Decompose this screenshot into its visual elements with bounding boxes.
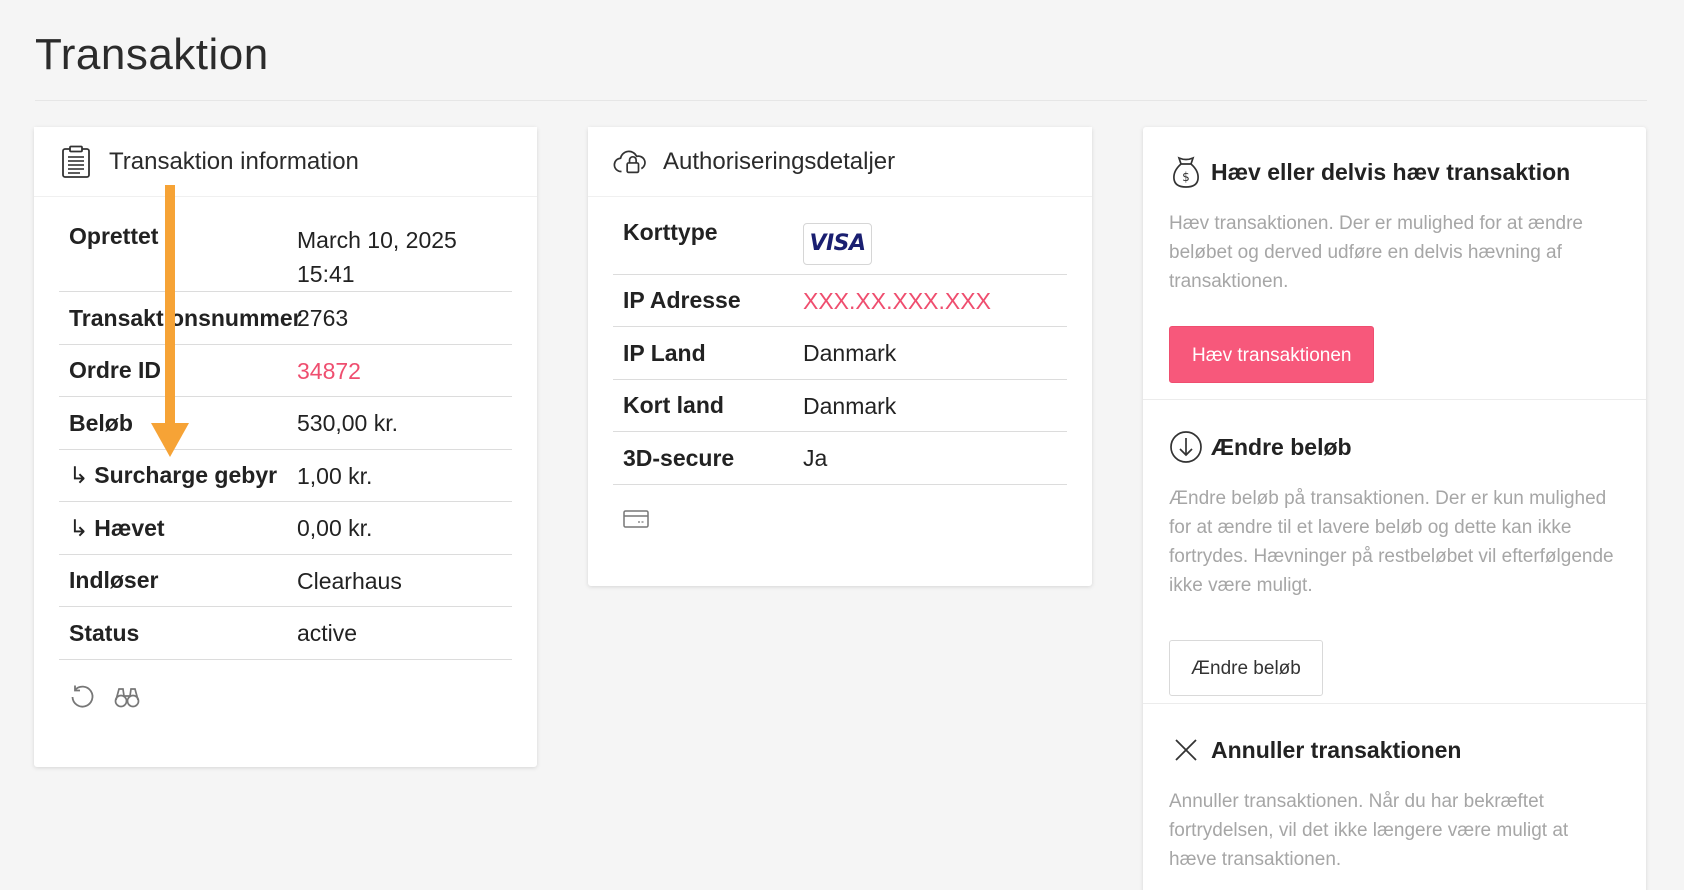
table-row: 3D-secure Ja	[613, 432, 1067, 485]
change-amount-section: Ændre beløb Ændre beløb på transaktionen…	[1143, 430, 1646, 696]
binoculars-icon[interactable]	[113, 684, 141, 710]
row-key: Status	[69, 619, 140, 646]
cancel-title: Annuller transaktionen	[1211, 736, 1462, 763]
cloud-lock-icon	[613, 145, 647, 179]
capture-section: $ Hæv eller delvis hæv transaktion Hæv t…	[1143, 155, 1646, 383]
sub-row-arrow: ↳	[69, 514, 89, 541]
svg-text:$: $	[1182, 170, 1190, 184]
sub-row-arrow: ↳	[69, 462, 89, 488]
row-key: Beløb	[69, 409, 133, 436]
ip-address-link[interactable]: XXX.XX.XXX.XXX	[803, 284, 991, 318]
row-key: ↳ Hævet	[59, 515, 297, 542]
change-amount-button[interactable]: Ændre beløb	[1169, 640, 1323, 696]
table-row: ↳ Hævet 0,00 kr.	[59, 502, 512, 555]
transaction-info-title: Transaktion information	[109, 147, 359, 175]
table-row: Status active	[59, 607, 512, 660]
authorization-header: Authoriseringsdetaljer	[588, 127, 1092, 197]
authorization-title: Authoriseringsdetaljer	[663, 147, 896, 175]
transaction-info-card: Transaktion information Oprettet March 1…	[34, 127, 537, 767]
info-footer-actions	[59, 660, 512, 710]
row-value: Danmark	[803, 340, 897, 366]
auth-footer-actions	[613, 485, 1067, 534]
section-divider	[1143, 399, 1646, 400]
refresh-icon[interactable]	[69, 684, 95, 710]
row-key: Oprettet	[69, 223, 159, 249]
row-value: 530,00 kr.	[297, 410, 399, 436]
row-value: Clearhaus	[297, 567, 402, 594]
table-row: Ordre ID 34872	[59, 345, 512, 397]
row-key: Transaktionsnummer	[69, 304, 302, 331]
arrow-down-circle-icon	[1169, 430, 1203, 464]
row-key-label: Hævet	[94, 514, 165, 541]
page-title: Transaktion	[35, 30, 269, 79]
capture-transaction-button[interactable]: Hæv transaktionen	[1169, 326, 1375, 383]
table-row: Kort land Danmark	[613, 380, 1067, 432]
status-value: active	[297, 620, 358, 646]
row-value: VISA	[803, 213, 872, 274]
close-icon	[1169, 733, 1203, 767]
cancel-section: Annuller transaktionen Annuller transakt…	[1143, 733, 1646, 874]
money-bag-icon: $	[1169, 155, 1203, 189]
capture-description: Hæv transaktionen. Der er mulighed for a…	[1169, 213, 1583, 292]
transaction-info-header: Transaktion information	[34, 127, 537, 197]
transaction-actions-card: $ Hæv eller delvis hæv transaktion Hæv t…	[1143, 127, 1646, 890]
cancel-header: Annuller transaktionen	[1169, 733, 1620, 767]
row-key: Ordre ID	[69, 357, 162, 383]
created-date: March 10, 2025	[297, 227, 457, 253]
change-amount-description: Ændre beløb på transaktionen. Der er kun…	[1169, 488, 1614, 596]
order-id-link[interactable]: 34872	[297, 354, 361, 388]
cancel-description: Annuller transaktionen. Når du har bekræ…	[1169, 791, 1569, 870]
table-row: ↳ Surcharge gebyr 1,00 kr.	[59, 450, 512, 502]
authorization-card: Authoriseringsdetaljer Korttype VISA IP …	[588, 127, 1092, 586]
row-key: 3D-secure	[623, 444, 735, 471]
row-key: IP Land	[623, 339, 706, 366]
table-row: Oprettet March 10, 2025 15:41	[59, 209, 512, 292]
table-row: Korttype VISA	[613, 209, 1067, 275]
row-value: Ja	[803, 445, 828, 471]
row-key: Kort land	[623, 392, 724, 418]
change-amount-title: Ændre beløb	[1211, 433, 1352, 460]
row-key: Indløser	[69, 567, 159, 593]
row-value: 2763	[297, 305, 349, 331]
credit-card-icon[interactable]	[623, 509, 649, 529]
row-value: 0,00 kr.	[297, 515, 373, 541]
table-row: IP Adresse XXX.XX.XXX.XXX	[613, 275, 1067, 327]
created-time: 15:41	[297, 261, 355, 287]
table-row: IP Land Danmark	[613, 327, 1067, 380]
row-key-label: Surcharge gebyr	[94, 462, 278, 488]
table-row: Indløser Clearhaus	[59, 555, 512, 607]
row-key: Korttype	[623, 219, 718, 245]
capture-title: Hæv eller delvis hæv transaktion	[1211, 158, 1571, 185]
change-amount-header: Ændre beløb	[1169, 430, 1620, 464]
table-row: Transaktionsnummer 2763	[59, 292, 512, 345]
visa-card-logo: VISA	[803, 223, 872, 265]
row-key: IP Adresse	[623, 287, 741, 313]
capture-header: $ Hæv eller delvis hæv transaktion	[1169, 155, 1620, 189]
row-key: ↳ Surcharge gebyr	[59, 462, 297, 489]
row-value: March 10, 2025 15:41	[297, 223, 457, 291]
clipboard-icon	[59, 145, 93, 179]
title-divider	[35, 100, 1647, 101]
table-row: Beløb 530,00 kr.	[59, 397, 512, 450]
row-value: 1,00 kr.	[297, 462, 373, 489]
authorization-table: Korttype VISA IP Adresse XXX.XX.XXX.XXX …	[613, 209, 1067, 534]
section-divider	[1143, 703, 1646, 704]
row-value: Danmark	[803, 392, 897, 419]
transaction-info-table: Oprettet March 10, 2025 15:41 Transaktio…	[59, 209, 512, 710]
